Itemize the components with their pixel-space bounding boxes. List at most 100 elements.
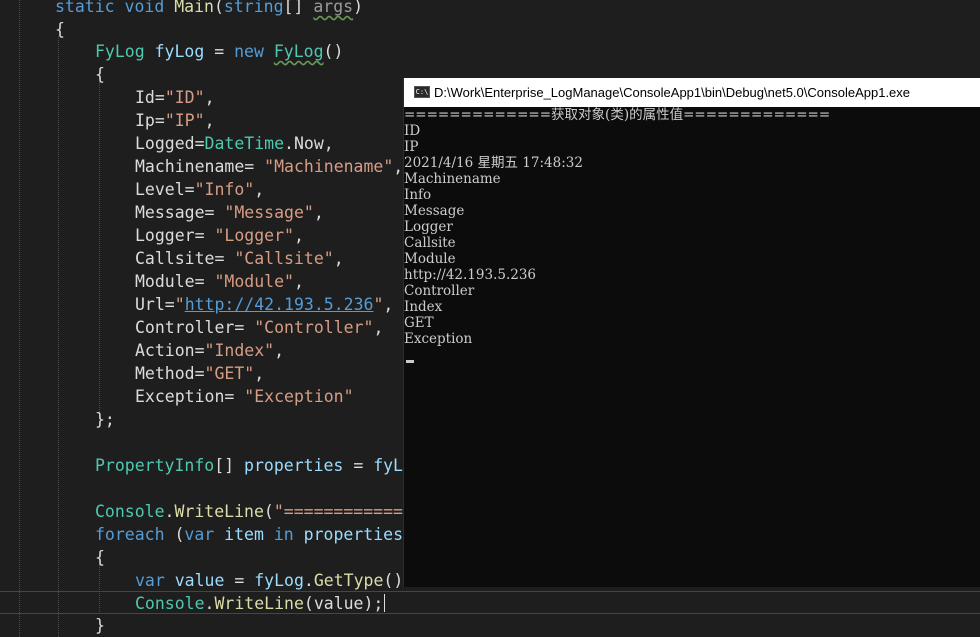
console-output-line: Message bbox=[404, 203, 465, 219]
code-line: Logger= "Logger", bbox=[135, 224, 304, 247]
code-token: new bbox=[234, 42, 264, 61]
code-token: GetType bbox=[313, 571, 384, 590]
indent-guide bbox=[19, 0, 20, 637]
code-token: Logged= bbox=[135, 134, 205, 153]
code-token: } bbox=[95, 616, 105, 635]
code-token: WriteLine bbox=[214, 594, 304, 613]
code-token: Machinename= bbox=[135, 157, 255, 176]
code-token: Controller= bbox=[135, 318, 245, 337]
code-token: . bbox=[204, 594, 215, 613]
code-line: Module= "Module", bbox=[135, 270, 304, 293]
code-token: , bbox=[393, 157, 404, 176]
code-line: FyLog fyLog = new FyLog() bbox=[95, 40, 343, 63]
code-line: Logged=DateTime.Now, bbox=[135, 132, 334, 155]
console-output-line: GET bbox=[404, 315, 434, 331]
code-token: Console bbox=[135, 594, 205, 613]
code-line: Url="http://42.193.5.236", bbox=[135, 293, 393, 316]
code-line: { bbox=[95, 63, 105, 86]
code-token: ) bbox=[353, 0, 364, 16]
console-window[interactable]: C:\ D:\Work\Enterprise_LogManage\Console… bbox=[403, 78, 980, 587]
code-token: = bbox=[353, 456, 364, 475]
code-token: , bbox=[254, 180, 265, 199]
code-token: Module= bbox=[135, 272, 205, 291]
console-app-icon: C:\ bbox=[414, 86, 430, 98]
code-token: item bbox=[224, 525, 264, 544]
code-token: Action= bbox=[135, 341, 205, 360]
code-token: = bbox=[234, 571, 245, 590]
code-token: , bbox=[204, 88, 215, 107]
console-output-line: Info bbox=[404, 187, 432, 203]
code-token: Level= bbox=[135, 180, 195, 199]
code-line: }; bbox=[95, 408, 115, 431]
code-token: " bbox=[174, 295, 185, 314]
code-line: PropertyInfo[] properties = fyL bbox=[95, 454, 403, 477]
console-output-line: Module bbox=[404, 251, 456, 267]
code-token: Callsite= bbox=[135, 249, 225, 268]
code-token: , bbox=[383, 295, 394, 314]
text-caret bbox=[384, 594, 385, 612]
console-output[interactable]: =============获取对象(类)的属性值============= ID… bbox=[404, 107, 980, 587]
code-token: () bbox=[383, 571, 404, 590]
code-line: Message= "Message", bbox=[135, 201, 324, 224]
code-line: Console.WriteLine(value); bbox=[135, 592, 383, 615]
code-line: Id="ID", bbox=[135, 86, 215, 109]
code-token: , bbox=[274, 341, 285, 360]
console-output-line: Machinename bbox=[404, 171, 501, 187]
code-token: Console bbox=[95, 502, 165, 521]
code-token: () bbox=[323, 42, 344, 61]
code-token: static bbox=[55, 0, 115, 16]
code-token: "ID" bbox=[164, 88, 205, 107]
code-token: " bbox=[373, 295, 384, 314]
code-token: foreach bbox=[95, 525, 165, 544]
code-token: ( bbox=[263, 502, 274, 521]
code-token: Method= bbox=[135, 364, 205, 383]
code-token: . bbox=[164, 502, 175, 521]
code-token: , bbox=[333, 249, 344, 268]
code-token: , bbox=[373, 318, 384, 337]
code-token: , bbox=[293, 272, 304, 291]
code-token: FyLog bbox=[273, 42, 324, 61]
code-line: Controller= "Controller", bbox=[135, 316, 383, 339]
console-output-line: IP bbox=[404, 139, 419, 155]
code-token: var bbox=[184, 525, 215, 544]
console-output-line: Index bbox=[404, 299, 443, 315]
code-token: . bbox=[303, 571, 314, 590]
code-line: } bbox=[95, 614, 105, 637]
code-token: fyL bbox=[373, 456, 403, 475]
code-line: Callsite= "Callsite", bbox=[135, 247, 344, 270]
code-token: "Message" bbox=[224, 203, 314, 222]
console-output-line: Controller bbox=[404, 283, 475, 299]
code-line: var value = fyLog.GetType() bbox=[135, 569, 403, 592]
code-token: "Module" bbox=[214, 272, 294, 291]
code-token: "IP" bbox=[164, 111, 205, 130]
code-token: DateTime bbox=[204, 134, 285, 153]
code-line: Machinename= "Machinename", bbox=[135, 155, 403, 178]
code-token: "============ bbox=[273, 502, 403, 521]
code-line: static void Main(string[] args) bbox=[55, 0, 363, 18]
console-output-line: Callsite bbox=[404, 235, 456, 251]
code-token: "Index" bbox=[204, 341, 275, 360]
url-link[interactable]: http://42.193.5.236 bbox=[185, 295, 374, 314]
editor-gutter bbox=[0, 0, 18, 637]
code-token: Logger= bbox=[135, 226, 205, 245]
code-token: Id= bbox=[135, 88, 165, 107]
code-token: fyLog bbox=[154, 42, 205, 61]
console-title: D:\Work\Enterprise_LogManage\ConsoleApp1… bbox=[434, 85, 911, 100]
indent-guide bbox=[99, 82, 100, 412]
code-token: [] bbox=[283, 0, 304, 16]
indent-guide bbox=[58, 36, 59, 637]
code-token: , bbox=[204, 111, 215, 130]
code-token: }; bbox=[95, 410, 115, 429]
code-token: Message= bbox=[135, 203, 215, 222]
code-token: properties bbox=[303, 525, 404, 544]
code-token: ( bbox=[174, 525, 185, 544]
code-token: "Machinename" bbox=[264, 157, 394, 176]
console-output-line: Exception bbox=[404, 331, 473, 347]
code-line: Action="Index", bbox=[135, 339, 284, 362]
code-token: Ip= bbox=[135, 111, 165, 130]
code-token: Url= bbox=[135, 295, 175, 314]
console-output-line: 2021/4/16 星期五 17:48:32 bbox=[404, 155, 583, 171]
console-title-bar[interactable]: C:\ D:\Work\Enterprise_LogManage\Console… bbox=[404, 78, 980, 107]
code-token: "Info" bbox=[194, 180, 255, 199]
console-output-line: Logger bbox=[404, 219, 453, 235]
